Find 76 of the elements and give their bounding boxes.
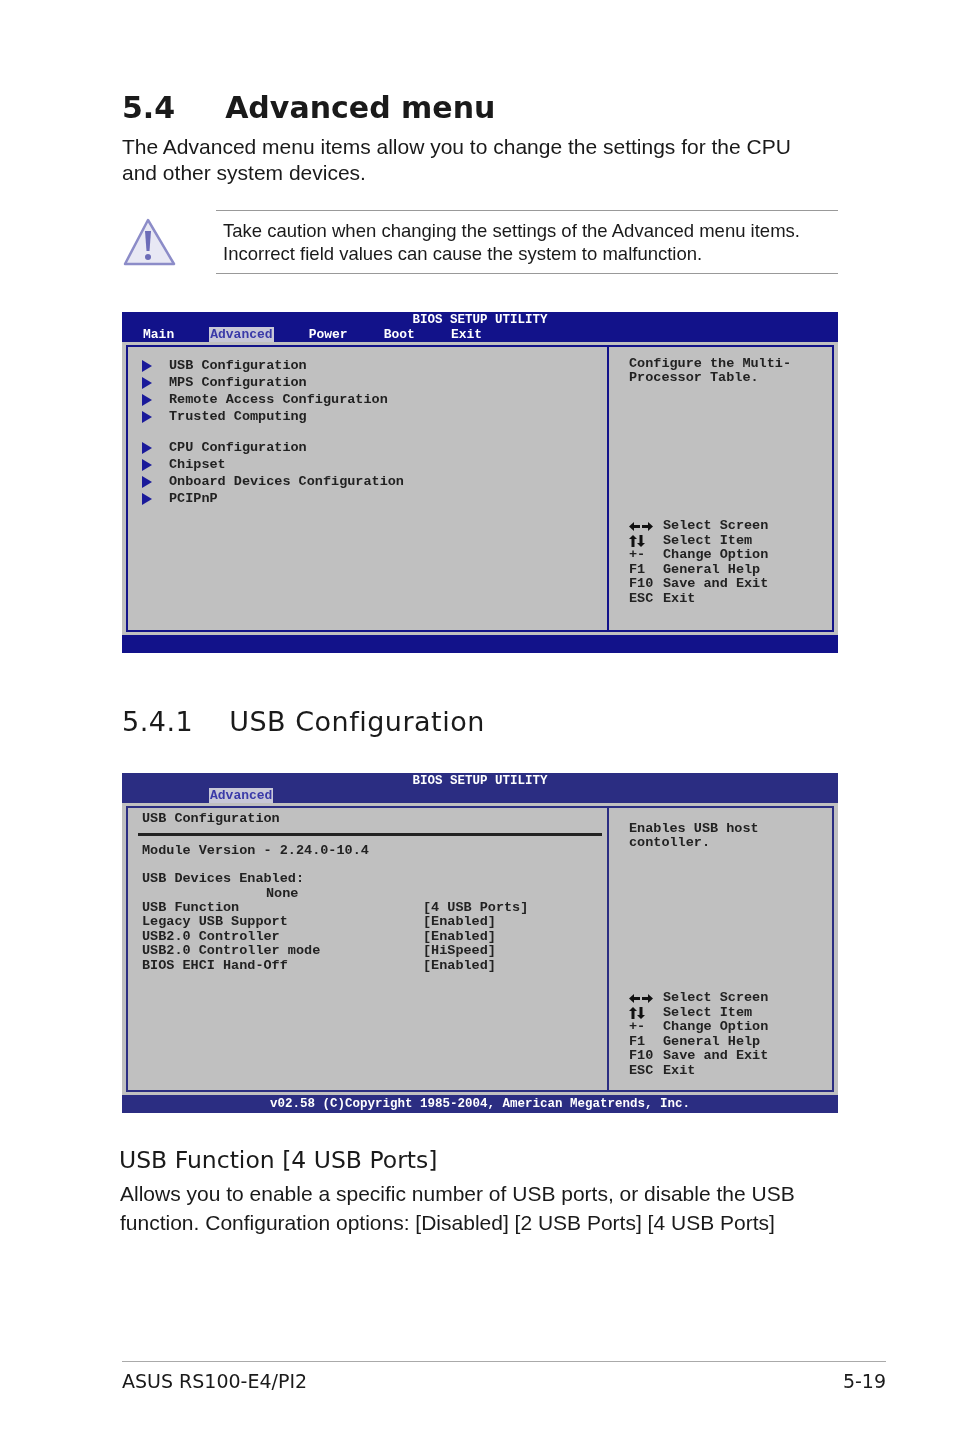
warning-icon [122, 217, 176, 267]
key-action: Exit [663, 591, 696, 606]
setting-label[interactable]: BIOS EHCI Hand-Off [142, 958, 423, 973]
setting-label[interactable]: USB Function [142, 900, 423, 915]
submenu-item[interactable]: CPU Configuration [169, 439, 307, 456]
arrow-icon [142, 393, 152, 406]
left-right-arrows-icon [629, 521, 653, 531]
intro-paragraph: The Advanced menu items allow you to change the settings for the CPU and other system devices. [122, 134, 792, 186]
submenu-item[interactable]: Chipset [169, 456, 226, 473]
section-number: 5.4 [122, 89, 176, 127]
submenu-item[interactable]: PCIPnP [169, 490, 218, 507]
key-label: F1 [629, 1034, 646, 1049]
devices-value: None [265, 886, 300, 901]
submenu-item[interactable]: MPS Configuration [169, 374, 307, 391]
setting-value: [HiSpeed] [423, 944, 496, 959]
setting-label[interactable]: USB2.0 Controller [142, 929, 423, 944]
setting-value: [4 USB Ports] [423, 900, 529, 915]
key-action: Save and Exit [663, 577, 769, 592]
key-label: ESC [629, 1063, 654, 1078]
arrow-icon [142, 492, 152, 505]
submenu-item[interactable]: Remote Access Configuration [169, 391, 388, 408]
key-label: +- [629, 1020, 646, 1035]
bios-title: BIOS SETUP UTILITY [412, 314, 548, 327]
setting-value: [Enabled] [423, 958, 496, 973]
page-number: 5-19 [842, 1370, 886, 1392]
arrow-icon [142, 410, 152, 423]
key-label: ESC [629, 591, 654, 606]
menu-tab[interactable]: Advanced [209, 327, 274, 342]
key-action: Change Option [663, 1020, 769, 1035]
option-heading: USB Function [4 USB Ports] [119, 1145, 439, 1175]
key-action: Save and Exit [663, 1049, 769, 1064]
devices-label: USB Devices Enabled: [142, 872, 306, 887]
key-action: Select Screen [663, 519, 769, 534]
subsection-title: USB Configuration [229, 705, 485, 739]
key-action: Exit [663, 1063, 696, 1078]
menu-tab[interactable]: Boot [382, 327, 416, 342]
key-label: +- [629, 548, 646, 563]
setting-value: [Enabled] [423, 929, 496, 944]
key-label: F10 [629, 1049, 654, 1064]
arrow-icon [142, 376, 152, 389]
key-action: Change Option [663, 548, 769, 563]
key-action: General Help [663, 562, 761, 577]
up-down-arrows-icon [629, 534, 645, 547]
menu-tab[interactable]: Exit [449, 327, 484, 342]
key-action: Select Item [663, 533, 753, 548]
bios-title: BIOS SETUP UTILITY [412, 775, 548, 788]
arrow-icon [142, 458, 152, 471]
setting-value: [Enabled] [423, 915, 496, 930]
setting-label[interactable]: Legacy USB Support [142, 915, 423, 930]
arrow-icon [142, 441, 152, 454]
up-down-arrows-icon [629, 1006, 645, 1019]
product-name: ASUS RS100-E4/PI2 [122, 1370, 308, 1392]
key-action: General Help [663, 1034, 761, 1049]
arrow-icon [142, 475, 152, 488]
section-title: Advanced menu [225, 89, 496, 127]
copyright-text: v02.58 (C)Copyright 1985-2004, American Megatrends, Inc. [268, 1096, 692, 1113]
caution-note: Take caution when changing the settings of the Advanced menu items. Incorrect field values can cause the system to malfunction. [216, 210, 838, 274]
submenu-item[interactable]: USB Configuration [169, 357, 307, 374]
key-action: Select Screen [663, 991, 769, 1006]
key-action: Select Item [663, 1005, 753, 1020]
key-label: F1 [629, 562, 646, 577]
submenu-item[interactable]: Trusted Computing [169, 408, 307, 425]
submenu-item[interactable]: Onboard Devices Configuration [169, 473, 404, 490]
help-text: Configure the Multi- Processor Table. [629, 357, 793, 385]
module-version: Module Version - 2.24.0-10.4 [142, 843, 370, 858]
arrow-icon [142, 359, 152, 372]
help-text: Enables USB host contoller. [629, 822, 760, 850]
setting-label[interactable]: USB2.0 Controller mode [142, 944, 423, 959]
key-label: F10 [629, 577, 654, 592]
menu-tab[interactable]: Power [307, 327, 349, 342]
left-right-arrows-icon [629, 993, 653, 1003]
screen-heading: USB Configuration [142, 812, 281, 827]
menu-tab[interactable]: Advanced [209, 788, 274, 803]
subsection-number: 5.4.1 [122, 705, 194, 739]
option-description: Allows you to enable a specific number of USB ports, or disable the USB function. Configuration options: [Disabled] [2 USB Ports] [4 USB Ports] [120, 1181, 796, 1236]
menu-tab[interactable]: Main [142, 327, 176, 342]
